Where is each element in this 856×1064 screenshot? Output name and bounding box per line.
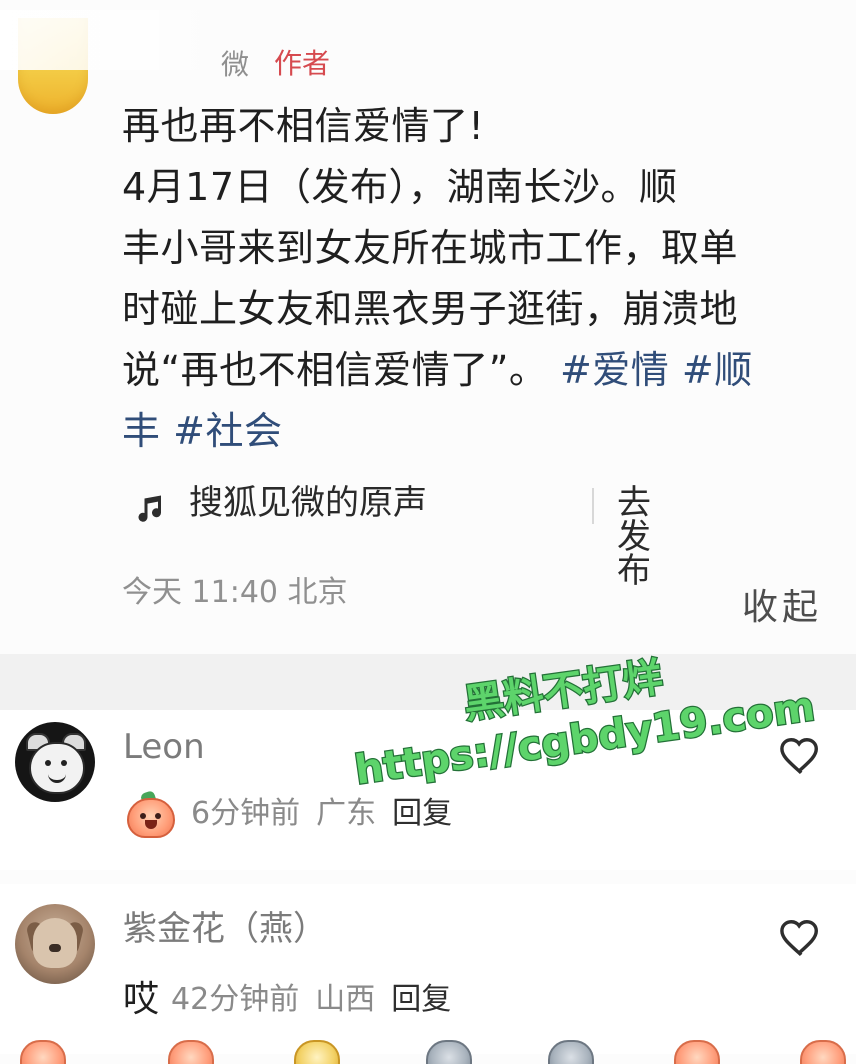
music-note-icon <box>138 495 161 522</box>
heart-icon[interactable] <box>778 734 824 776</box>
avatar-eye-right <box>61 760 67 766</box>
audio-title[interactable]: 搜狐见微的原声 <box>189 486 427 520</box>
section-divider <box>0 654 856 710</box>
comment-time: 6分钟前 <box>191 796 301 831</box>
comment-text: 哎 <box>123 979 160 1020</box>
hashtag-shun[interactable]: #顺 <box>682 348 753 392</box>
avatar[interactable] <box>15 904 95 984</box>
comment-user-name[interactable]: Leon <box>123 730 205 764</box>
hashtag-aiqing[interactable]: #爱情 <box>560 348 669 392</box>
emoji-eye-right <box>155 813 161 819</box>
comment-location: 山西 <box>315 982 376 1017</box>
hashtag-feng[interactable]: 丰 <box>122 409 161 453</box>
comment-item: Leon 6分钟前 广东 回复 <box>0 710 856 870</box>
avatar-mask <box>0 10 220 70</box>
post-line-5: 说“再也不相信爱情了”。 #爱情 #顺 <box>122 340 827 401</box>
publish-button[interactable]: 去发布 <box>617 486 651 588</box>
post-line-4-text: 时碰上女友和黑衣男子逛街，崩溃地 <box>122 287 739 331</box>
emoji-face <box>127 798 175 838</box>
hashtag-shehui[interactable]: #社会 <box>173 409 282 453</box>
avatar-dog-face <box>33 918 77 968</box>
avatar-eye-left <box>45 760 51 766</box>
post-header: 微 作者 <box>0 10 856 114</box>
post-meta: 今天 11:40 北京 <box>122 575 348 610</box>
emoji-eye-left <box>140 813 146 819</box>
audio-divider <box>592 488 594 524</box>
comment-location: 广东 <box>316 796 377 831</box>
avatar[interactable] <box>15 722 95 802</box>
comment-user-name[interactable]: 紫金花（燕） <box>123 912 327 946</box>
heart-icon[interactable] <box>778 916 824 958</box>
poster-name[interactable]: 微 <box>221 51 249 79</box>
comment-content-row: 6分钟前 广东 回复 <box>123 790 452 838</box>
comment-time: 42分钟前 <box>171 982 300 1017</box>
avatar-face <box>29 742 85 794</box>
post-detail-page: 微 作者 再也再不相信爱情了! 4月17日（发布），湖南长沙。顺 丰小哥来到女友… <box>0 0 856 1064</box>
post-body: 再也再不相信爱情了! 4月17日（发布），湖南长沙。顺 丰小哥来到女友所在城市工… <box>122 96 827 462</box>
post-line-1: 再也再不相信爱情了! <box>122 104 485 148</box>
post-line-2: 4月17日（发布），湖南长沙。顺 <box>122 165 678 209</box>
comment-content-row: 哎 42分钟前 山西 回复 <box>123 976 451 1024</box>
reply-button[interactable]: 回复 <box>392 799 452 829</box>
author-badge: 作者 <box>274 47 331 80</box>
reply-button[interactable]: 回复 <box>391 985 451 1015</box>
post-line-3: 丰小哥来到女友所在城市工作，取单 <box>122 226 739 270</box>
post-line-5-text: 说“再也不相信爱情了”。 <box>122 348 548 392</box>
audio-row[interactable]: 搜狐见微的原声 去发布 <box>122 474 651 588</box>
avatar-mouth <box>48 772 66 783</box>
collapse-button[interactable]: 收起 <box>742 590 822 626</box>
avatar-dog-nose <box>49 944 61 952</box>
post-line-6: 丰 #社会 <box>122 401 827 462</box>
emoji-mouth <box>145 820 157 829</box>
post-line-4: 时碰上女友和黑衣男子逛街，崩溃地 <box>122 279 827 340</box>
comment-item: 紫金花（燕） 哎 42分钟前 山西 回复 <box>0 884 856 1054</box>
emoji-peach-face-icon <box>123 790 175 838</box>
